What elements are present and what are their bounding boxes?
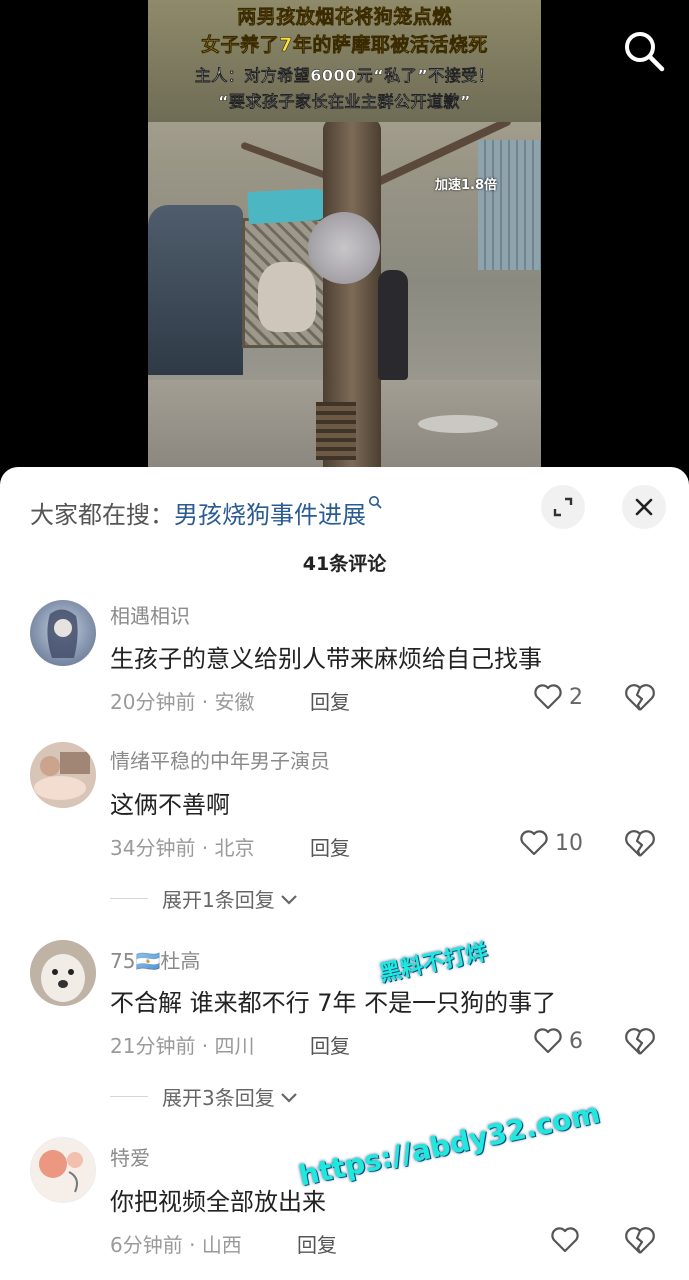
- comment-time: 21分钟前: [110, 1034, 196, 1058]
- comment-meta: 34分钟前 · 北京: [110, 832, 255, 861]
- scene-fence: [478, 140, 541, 270]
- expand-sheet-button[interactable]: [541, 485, 585, 529]
- avatar[interactable]: [30, 600, 96, 666]
- comment-count-title: 41条评论: [302, 553, 387, 575]
- heart-icon: [551, 1227, 579, 1253]
- scene-megaphone: [247, 187, 331, 225]
- like-count: 2: [569, 684, 583, 710]
- reply-button[interactable]: 回复: [310, 832, 350, 861]
- comment-time: 6分钟前: [110, 1233, 183, 1257]
- meta-separator: ·: [195, 1034, 215, 1058]
- close-button[interactable]: [622, 485, 666, 529]
- expand-replies-button[interactable]: 展开3条回复: [110, 1082, 299, 1111]
- close-icon: [635, 498, 653, 516]
- video-caption-line-3: 主人：对方希望6000元“私了”不接受！: [194, 66, 495, 85]
- like-count: 10: [555, 830, 583, 856]
- meta-separator: ·: [195, 690, 215, 714]
- speed-badge: 加速1.8倍: [435, 178, 498, 193]
- scene-crate: [316, 402, 356, 460]
- search-small-icon: [368, 495, 382, 513]
- comment-time: 34分钟前: [110, 836, 196, 860]
- like-button[interactable]: 2: [533, 682, 583, 712]
- avatar[interactable]: [30, 1137, 96, 1203]
- dislike-button[interactable]: [624, 1026, 656, 1058]
- avatar[interactable]: [30, 940, 96, 1006]
- comment-sheet: 大家都在搜：男孩烧狗事件进展 41条评论 相遇相识 生孩子的意义给别人带来麻烦给…: [0, 467, 689, 1280]
- expand-replies-label: 展开1条回复: [162, 888, 275, 912]
- scene-person: [378, 270, 408, 380]
- chevron-down-icon: [280, 1092, 297, 1103]
- expand-divider: [110, 898, 148, 899]
- search-button[interactable]: [621, 28, 667, 74]
- broken-heart-icon: [625, 830, 655, 857]
- video-player[interactable]: 两男孩放烟花将狗笼点燃 女子养了7年的萨摩耶被活活烧死 主人：对方希望6000元…: [0, 0, 689, 490]
- broken-heart-icon: [625, 1227, 655, 1254]
- expand-replies-button[interactable]: 展开1条回复: [110, 884, 299, 913]
- comment-text: 不合解 谁来都不行 7年 不是一只狗的事了: [110, 989, 557, 1017]
- comment-location: 北京: [214, 836, 255, 860]
- hot-search-link[interactable]: 男孩烧狗事件进展: [174, 501, 366, 529]
- scene-tarp: [148, 205, 243, 375]
- scene-basin: [418, 415, 498, 433]
- like-button[interactable]: 10: [519, 828, 583, 858]
- video-caption-line-2: 女子养了7年的萨摩耶被活活烧死: [201, 34, 488, 57]
- reply-button[interactable]: 回复: [310, 1030, 350, 1059]
- avatar[interactable]: [30, 742, 96, 808]
- expand-icon: [553, 497, 573, 517]
- chevron-down-icon: [280, 894, 297, 905]
- hot-search-prefix: 大家都在搜：: [30, 501, 174, 529]
- comment-location: 山西: [201, 1233, 242, 1257]
- comment-meta: 6分钟前 · 山西: [110, 1229, 242, 1258]
- video-caption-line-1: 两男孩放烟花将狗笼点燃: [237, 6, 452, 29]
- comment-username[interactable]: 75🇦🇷杜高: [110, 945, 200, 974]
- reply-button[interactable]: 回复: [297, 1229, 337, 1258]
- scene-dog: [258, 262, 316, 332]
- meta-separator: ·: [195, 836, 215, 860]
- dislike-button[interactable]: [624, 682, 656, 714]
- expand-replies-label: 展开3条回复: [162, 1086, 275, 1110]
- video-caption-line-4: “要求孩子家长在业主群公开道歉”: [217, 92, 472, 111]
- comment-username[interactable]: 情绪平稳的中年男子演员: [110, 745, 330, 774]
- reply-button[interactable]: 回复: [310, 686, 350, 715]
- video-frame[interactable]: 两男孩放烟花将狗笼点燃 女子养了7年的萨摩耶被活活烧死 主人：对方希望6000元…: [148, 0, 541, 470]
- comment-location: 四川: [214, 1034, 255, 1058]
- dislike-button[interactable]: [624, 828, 656, 860]
- comment-text: 生孩子的意义给别人带来麻烦给自己找事: [110, 645, 542, 673]
- heart-icon: [534, 1028, 562, 1054]
- like-button[interactable]: 6: [533, 1026, 583, 1056]
- comment-text: 这俩不善啊: [110, 791, 230, 819]
- like-button[interactable]: [550, 1225, 586, 1255]
- dislike-button[interactable]: [624, 1225, 656, 1257]
- hot-search-bar: 大家都在搜：男孩烧狗事件进展: [30, 495, 382, 530]
- comment-username[interactable]: 相遇相识: [110, 600, 190, 629]
- search-icon: [625, 32, 665, 72]
- comment-text: 你把视频全部放出来: [110, 1188, 326, 1216]
- expand-divider: [110, 1096, 148, 1097]
- comment-location: 安徽: [214, 690, 255, 714]
- like-count: 6: [569, 1028, 583, 1054]
- heart-icon: [534, 684, 562, 710]
- blurred-face: [308, 212, 380, 284]
- heart-icon: [520, 830, 548, 856]
- comment-meta: 20分钟前 · 安徽: [110, 686, 255, 715]
- comment-meta: 21分钟前 · 四川: [110, 1030, 255, 1059]
- comment-time: 20分钟前: [110, 690, 196, 714]
- broken-heart-icon: [625, 684, 655, 711]
- meta-separator: ·: [182, 1233, 202, 1257]
- comment-username[interactable]: 特爱: [110, 1142, 150, 1171]
- broken-heart-icon: [625, 1028, 655, 1055]
